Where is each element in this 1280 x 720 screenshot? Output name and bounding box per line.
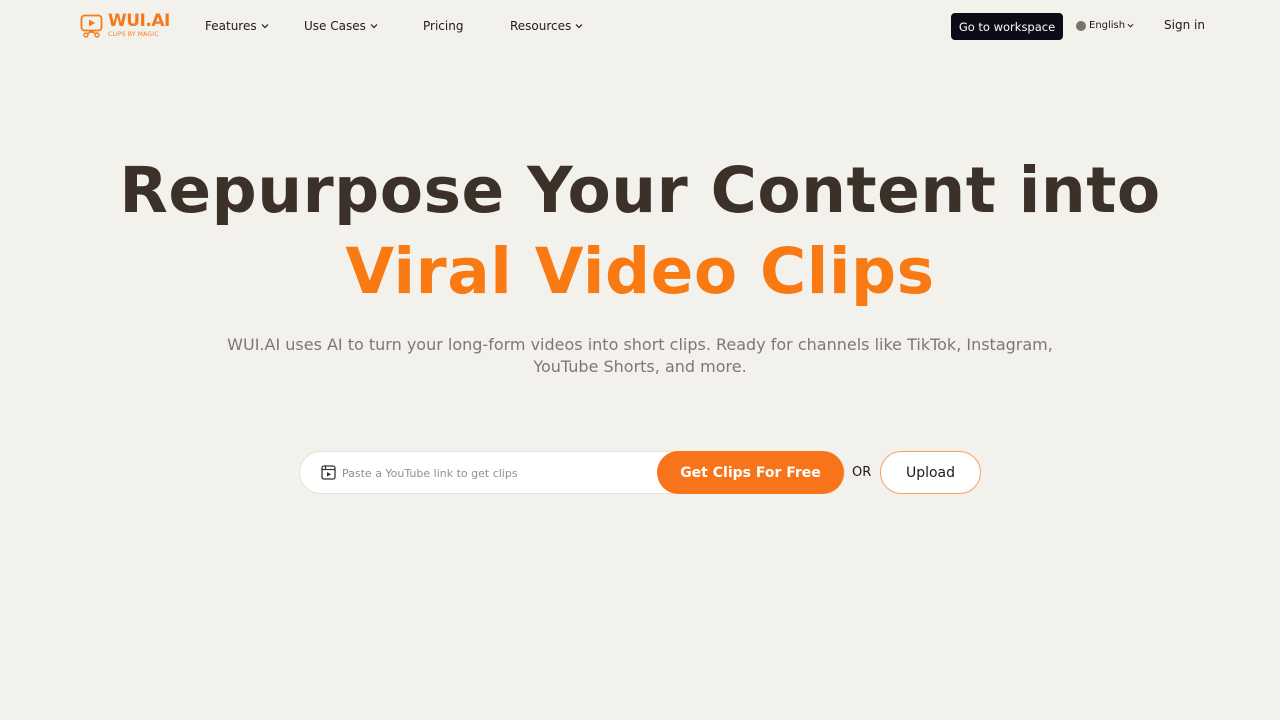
hero-title-line2: Viral Video Clips xyxy=(345,235,935,308)
brand-tagline: CLIPS BY MAGIC xyxy=(108,31,159,38)
nav-item-label: Resources xyxy=(510,19,572,33)
youtube-link-input[interactable] xyxy=(342,462,652,484)
language-selector[interactable]: English xyxy=(1076,20,1134,31)
chevron-down-icon xyxy=(370,24,378,29)
top-navbar: WUI.AI CLIPS BY MAGIC Features Use Cases… xyxy=(0,0,1280,52)
nav-item-pricing[interactable]: Pricing xyxy=(423,18,463,34)
globe-icon xyxy=(1076,20,1086,31)
go-to-workspace-button[interactable]: Go to workspace xyxy=(951,13,1063,40)
brand-name: WUI.AI xyxy=(108,11,170,31)
nav-item-resources[interactable]: Resources xyxy=(510,18,583,34)
nav-item-label: Features xyxy=(205,19,257,33)
chevron-down-icon xyxy=(1127,23,1134,28)
nav-item-label: Pricing xyxy=(423,19,464,33)
language-label: English xyxy=(1089,20,1126,31)
chevron-down-icon xyxy=(261,24,269,29)
video-link-icon xyxy=(321,465,336,480)
sign-in-link[interactable]: Sign in xyxy=(1164,18,1205,32)
or-separator: OR xyxy=(852,465,872,480)
nav-item-use-cases[interactable]: Use Cases xyxy=(304,18,378,34)
nav-item-label: Use Cases xyxy=(304,19,366,33)
chevron-down-icon xyxy=(575,24,583,29)
nav-item-features[interactable]: Features xyxy=(205,18,269,34)
get-clips-for-free-button[interactable]: Get Clips For Free xyxy=(657,451,844,494)
video-scissors-logo-icon xyxy=(80,14,103,38)
upload-button[interactable]: Upload xyxy=(880,451,981,494)
hero-subtitle: WUI.AI uses AI to turn your long-form vi… xyxy=(227,335,1053,376)
brand-logo[interactable]: WUI.AI CLIPS BY MAGIC xyxy=(80,13,170,39)
hero-title-line1: Repurpose Your Content into xyxy=(119,154,1161,227)
